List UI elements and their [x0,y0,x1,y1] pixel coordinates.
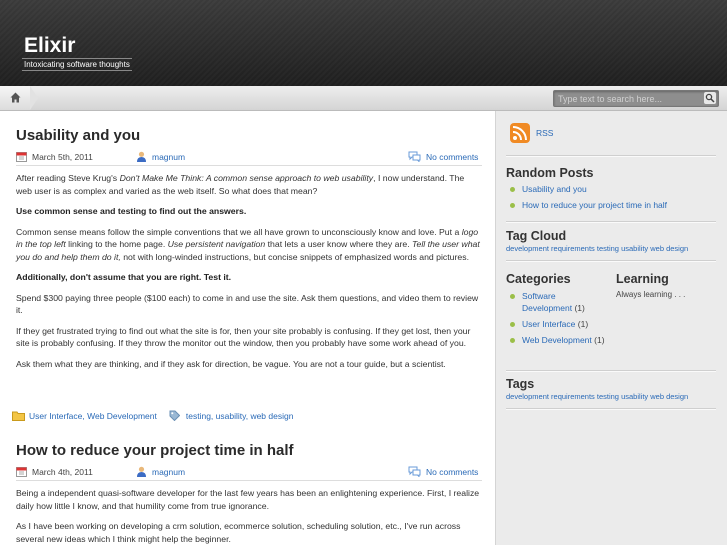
category-count: (1) [594,335,605,345]
divider [506,221,716,223]
main-content: Usability and you March 5th, 2011 magnum… [0,111,494,545]
post-author: magnum [136,466,185,477]
author-link[interactable]: magnum [152,152,185,162]
post-meta: March 4th, 2011 magnum No comments [16,464,482,481]
comment-icon [408,151,421,162]
paragraph: Spend $300 paying three people ($100 eac… [16,292,479,316]
post-body: After reading Steve Krug's Don't Make Me… [16,172,482,378]
paragraph: Additionally, don't assume that you are … [16,271,482,284]
post-date-text: March 4th, 2011 [32,466,93,477]
home-tab[interactable] [0,86,38,110]
category-label[interactable]: Software Development [522,291,572,313]
paragraph: If they get frustrated trying to find ou… [16,325,471,349]
bold-heading: Additionally, don't assume that you are … [16,272,232,282]
user-icon [137,151,146,162]
paragraph: As I have been working on developing a c… [16,521,461,544]
paragraph: Use common sense and testing to find out… [16,205,482,218]
search-box [553,90,719,107]
divider [506,408,716,410]
post-comments: No comments [408,466,478,477]
divider [506,370,716,372]
post-categories[interactable]: User Interface, Web Development [29,411,157,421]
text: not with long-winded instructions, but c… [120,251,469,262]
user-icon [137,466,146,477]
text: linking to the home page. [65,239,168,249]
emphasis: Use persistent navigation [167,239,266,249]
paragraph: Common sense means follow the simple con… [16,226,482,264]
bold-heading: Use common sense and testing to find out… [16,206,247,216]
tag-cloud[interactable]: development requirements testing usabili… [506,244,688,253]
text: After reading Steve Krug's [16,173,120,183]
rss-icon [510,123,530,143]
list-item[interactable]: Usability and you [506,183,716,195]
tag-icon [169,410,180,421]
random-posts-list: Usability and you How to reduce your pro… [506,183,716,215]
rss-label: RSS [536,128,554,138]
paragraph: After reading Steve Krug's Don't Make Me… [16,172,482,197]
post-body: Being a independent quasi-software devel… [16,487,482,553]
post-meta: March 5th, 2011 magnum No comments [16,149,482,166]
post-author: magnum [136,151,185,162]
search-input[interactable] [558,91,698,106]
divider [506,260,716,262]
post-tags[interactable]: testing, usability, web design [186,411,294,421]
divider [506,155,716,157]
tag-cloud-title: Tag Cloud [506,229,567,243]
folder-icon [12,411,25,421]
category-item[interactable]: Web Development (1) [506,334,606,346]
post-date: March 4th, 2011 [16,466,93,477]
category-item[interactable]: Software Development (1) [506,290,606,314]
sidebar: RSS Random Posts Usability and you How t… [495,111,727,545]
category-item[interactable]: User Interface (1) [506,318,606,330]
post-title[interactable]: How to reduce your project time in half [16,442,294,459]
post-date: March 5th, 2011 [16,151,93,162]
author-link[interactable]: magnum [152,467,185,477]
category-label[interactable]: User Interface [522,319,575,329]
text: that lets a user know where they are. [265,239,413,249]
category-count: (1) [577,319,589,329]
category-count: (1) [574,303,585,313]
rss-link[interactable]: RSS [510,123,553,143]
post-title[interactable]: Usability and you [16,127,140,144]
site-header: Elixir Intoxicating software thoughts [0,0,727,87]
post-footer: User Interface, Web Development testing,… [12,410,478,421]
paragraph: Ask them what they are thinking, and if … [16,358,446,369]
home-icon [10,92,21,103]
text: Common sense means follow the simple con… [16,226,462,237]
learning-text: Always learning . . . [616,290,686,299]
tags-cloud[interactable]: development requirements testing usabili… [506,392,688,401]
comment-icon [408,466,421,477]
random-posts-title: Random Posts [506,166,594,180]
book-title: Don't Make Me Think: A common sense appr… [119,173,374,183]
comments-link[interactable]: No comments [426,152,478,162]
calendar-icon [16,467,27,477]
tags-title: Tags [506,377,535,391]
post-comments: No comments [408,151,478,162]
categories-list: Software Development (1) User Interface … [506,290,606,350]
category-label[interactable]: Web Development [522,335,592,345]
post-date-text: March 5th, 2011 [32,151,93,162]
search-icon[interactable] [704,92,716,104]
categories-title: Categories [506,272,571,286]
paragraph: Being a independent quasi-software devel… [16,488,480,511]
comments-link[interactable]: No comments [426,467,478,477]
list-item[interactable]: How to reduce your project time in half [506,199,716,211]
learning-title: Learning [616,272,669,286]
site-tagline: Intoxicating software thoughts [22,58,132,71]
site-title[interactable]: Elixir [24,34,75,58]
calendar-icon [16,152,27,162]
